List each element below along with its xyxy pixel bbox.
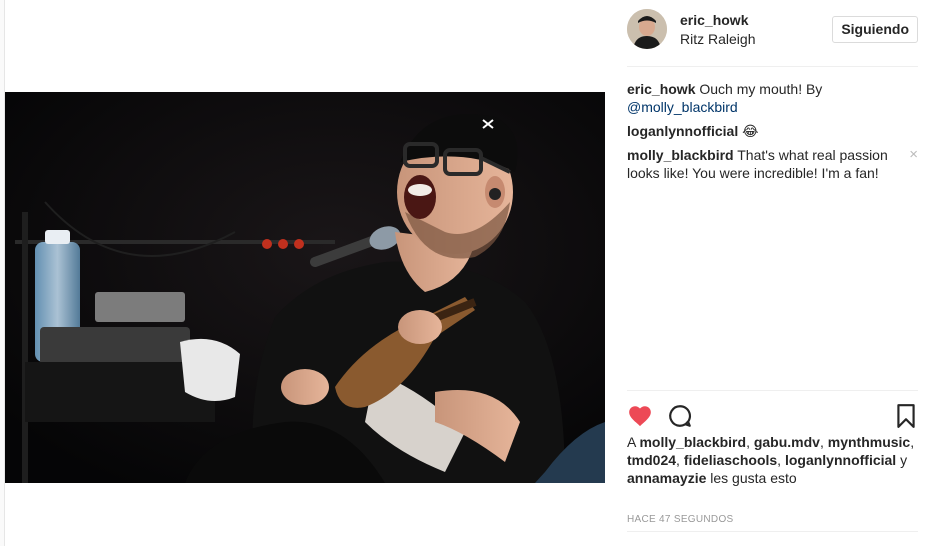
avatar-image: [627, 9, 667, 49]
bookmark-icon[interactable]: [893, 403, 919, 429]
liker-username[interactable]: annamayzie: [627, 470, 706, 486]
comment-item: loganlynnofficial 😂: [627, 122, 918, 140]
comment-username[interactable]: molly_blackbird: [627, 147, 734, 163]
post-media: [5, 0, 605, 546]
likes-separator: ,: [746, 434, 754, 450]
concert-photo: [5, 92, 605, 483]
comment-item: molly_blackbird That's what real passion…: [627, 146, 918, 182]
post-sidebar: eric_howk Ritz Raleigh Siguiendo eric_ho…: [605, 0, 947, 546]
caption-mention[interactable]: @molly_blackbird: [627, 99, 738, 115]
liker-username[interactable]: loganlynnofficial: [785, 452, 896, 468]
comment-list: eric_howk Ouch my mouth! By @molly_black…: [627, 80, 918, 188]
liker-username[interactable]: fideliaschools: [684, 452, 777, 468]
divider: [627, 531, 918, 532]
caption: eric_howk Ouch my mouth! By @molly_black…: [627, 80, 918, 116]
caption-text: Ouch my mouth! By: [695, 81, 823, 97]
liker-username[interactable]: molly_blackbird: [639, 434, 746, 450]
likes-suffix: les gusta esto: [706, 470, 797, 486]
likes-separator: ,: [819, 434, 828, 450]
comment-text: 😂: [738, 123, 759, 139]
likes-prefix: A: [627, 434, 640, 450]
action-bar: [627, 390, 918, 434]
post-header: eric_howk Ritz Raleigh Siguiendo: [627, 0, 918, 67]
caption-username[interactable]: eric_howk: [627, 81, 695, 97]
comment-bubble-icon[interactable]: [667, 403, 693, 429]
author-username[interactable]: eric_howk: [680, 12, 748, 28]
post-location[interactable]: Ritz Raleigh: [680, 31, 755, 47]
likes-separator: ,: [676, 452, 684, 468]
following-button[interactable]: Siguiendo: [832, 16, 918, 43]
likes-separator: ,: [777, 452, 785, 468]
post-photo[interactable]: [5, 92, 605, 483]
liker-username[interactable]: mynthmusic: [828, 434, 910, 450]
heart-icon[interactable]: [627, 403, 653, 429]
liker-username[interactable]: tmd024: [627, 452, 676, 468]
likes-separator: ,: [910, 434, 915, 450]
post-card: eric_howk Ritz Raleigh Siguiendo eric_ho…: [4, 0, 947, 546]
likes-summary: A molly_blackbird, gabu.mdv, mynthmusic,…: [627, 433, 918, 487]
avatar[interactable]: [627, 9, 667, 49]
close-icon[interactable]: ×: [909, 146, 918, 164]
liker-username[interactable]: gabu.mdv: [754, 434, 820, 450]
likes-separator: y: [896, 452, 908, 468]
post-timestamp[interactable]: HACE 47 SEGUNDOS: [627, 514, 734, 525]
comment-username[interactable]: loganlynnofficial: [627, 123, 738, 139]
